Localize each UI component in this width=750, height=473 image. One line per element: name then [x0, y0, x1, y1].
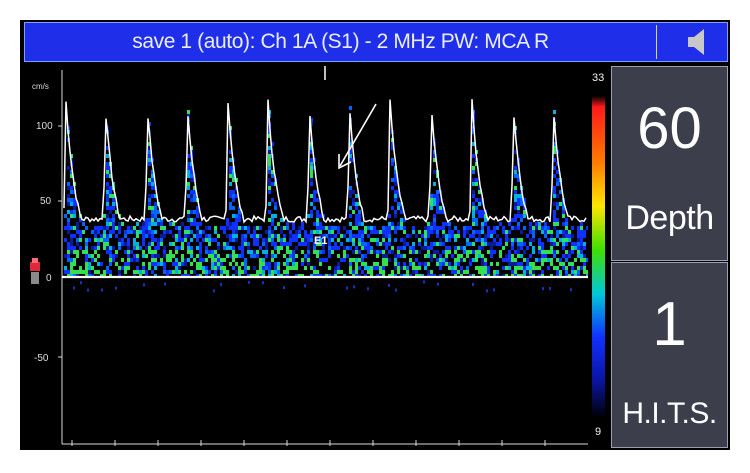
hits-panel: 1 H.I.T.S. — [611, 262, 728, 448]
depth-panel: 60 Depth — [611, 66, 728, 261]
title-divider — [656, 25, 657, 59]
colorbar-max-label: 33 — [592, 72, 605, 84]
depth-value: 60 — [637, 96, 702, 161]
velocity-envelope — [63, 99, 587, 224]
spectrum-canvas: cm/s 100 50 0 -50 E1 — [30, 66, 589, 446]
y-tick-label-neg50: -50 — [34, 353, 49, 364]
recording-title: save 1 (auto): Ch 1A (S1) - 2 MHz PW: MC… — [132, 30, 549, 53]
reverse-flow-noise — [73, 280, 572, 293]
depth-label: Depth — [625, 199, 714, 237]
velocity-unit-label: cm/s — [32, 82, 49, 91]
doppler-spectrum: cm/s 100 50 0 -50 E1 — [26, 66, 589, 448]
hits-label: H.I.T.S. — [622, 397, 717, 430]
arrow-annotation-icon — [338, 103, 377, 170]
intensity-colorbar: 33 9 — [588, 66, 610, 448]
y-tick-label-50: 50 — [40, 196, 52, 207]
hits-value: 1 — [652, 290, 687, 359]
probe-marker-icon — [30, 258, 40, 284]
y-tick-label-0: 0 — [46, 273, 52, 284]
event-marker-label: E1 — [314, 235, 327, 247]
spectral-fill — [64, 106, 589, 278]
title-bar: save 1 (auto): Ch 1A (S1) - 2 MHz PW: MC… — [24, 22, 728, 62]
colorbar-gradient — [592, 74, 605, 440]
x-axis-ticks — [71, 440, 546, 446]
speaker-button[interactable] — [667, 23, 727, 61]
y-tick-label-100: 100 — [36, 121, 53, 132]
speaker-icon — [688, 29, 704, 55]
colorbar-min-label: 9 — [595, 426, 602, 438]
